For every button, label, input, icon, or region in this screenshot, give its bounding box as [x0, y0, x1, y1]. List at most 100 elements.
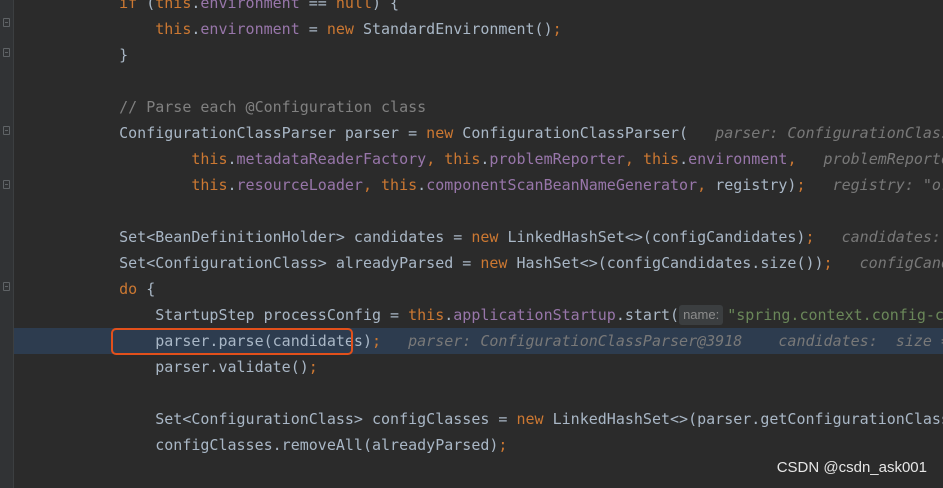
- code-token: ConfigurationClassParser parser =: [119, 124, 427, 142]
- code-token: this: [381, 176, 418, 194]
- fold-marker-icon[interactable]: [3, 48, 10, 57]
- code-text: StartupStep processConfig = this.applica…: [83, 302, 943, 328]
- code-text: this.metadataReaderFactory, this.problem…: [83, 146, 943, 172]
- watermark-text: CSDN @csdn_ask001: [776, 459, 927, 476]
- code-text: configClasses.removeAll(alreadyParsed);: [83, 432, 507, 458]
- code-token: null: [335, 0, 372, 12]
- code-line[interactable]: StartupStep processConfig = this.applica…: [14, 302, 943, 328]
- code-token: parser.validate(): [155, 358, 309, 376]
- code-token: ,: [697, 176, 716, 194]
- code-text: parser.parse(candidates); parser: Config…: [83, 328, 943, 354]
- code-token: configClasses.removeAll(alreadyParsed): [155, 436, 499, 454]
- code-token: new: [480, 254, 508, 272]
- code-token: this: [444, 150, 481, 168]
- code-token: "spring.context.config-classes.parse": [727, 306, 943, 324]
- code-token: .: [227, 176, 237, 194]
- code-token: new: [516, 410, 544, 428]
- fold-marker-icon[interactable]: [3, 180, 10, 189]
- code-token: (: [137, 0, 156, 12]
- code-text: do {: [83, 276, 155, 302]
- code-text: Set<BeanDefinitionHolder> candidates = n…: [83, 224, 943, 250]
- code-token: {: [137, 280, 156, 298]
- code-token: LinkedHashSet<>(configCandidates): [498, 228, 806, 246]
- fold-marker-icon[interactable]: [3, 282, 10, 291]
- code-line[interactable]: do {: [14, 276, 943, 302]
- code-token: .: [444, 306, 454, 324]
- code-token: }: [119, 46, 129, 64]
- code-line[interactable]: ConfigurationClassParser parser = new Co…: [14, 120, 943, 146]
- code-token: ;: [308, 358, 318, 376]
- code-token: StandardEnvironment(): [353, 20, 553, 38]
- code-token: .: [679, 150, 689, 168]
- code-token: HashSet<>(configCandidates.size()): [507, 254, 824, 272]
- code-token: this: [155, 0, 192, 12]
- code-token: new: [471, 228, 499, 246]
- debug-inline-value: candidates: size = 1: [841, 228, 941, 246]
- code-line[interactable]: Set<BeanDefinitionHolder> candidates = n…: [14, 224, 943, 250]
- code-token: StartupStep processConfig =: [155, 306, 409, 324]
- execution-line[interactable]: parser.parse(candidates); parser: Config…: [14, 328, 943, 354]
- code-token: // Parse each @Configuration class: [119, 98, 427, 116]
- code-token: ,: [624, 150, 643, 168]
- debug-inline-value: parser: ConfigurationClassParser@3918: [715, 124, 943, 142]
- code-text: Set<ConfigurationClass> alreadyParsed = …: [83, 250, 943, 276]
- code-token: registry): [715, 176, 797, 194]
- code-token: this: [191, 176, 228, 194]
- code-line[interactable]: }: [14, 42, 943, 68]
- code-token: new: [426, 124, 454, 142]
- code-token: if: [119, 0, 138, 12]
- code-token: parser.parse(candidates): [155, 332, 372, 350]
- code-text: if (this.environment == null) {: [83, 0, 399, 16]
- code-line[interactable]: if (this.environment == null) {: [14, 0, 943, 16]
- code-text: parser.validate();: [83, 354, 318, 380]
- code-text: this.environment = new StandardEnvironme…: [83, 16, 562, 42]
- code-token: ;: [372, 332, 382, 350]
- code-line[interactable]: this.environment = new StandardEnvironme…: [14, 16, 943, 42]
- code-token: ;: [805, 228, 815, 246]
- editor-gutter[interactable]: [0, 0, 14, 488]
- code-token: .: [417, 176, 427, 194]
- code-token: ;: [796, 176, 806, 194]
- code-token: ;: [552, 20, 562, 38]
- fold-marker-icon[interactable]: [3, 18, 10, 27]
- code-token: this: [191, 150, 228, 168]
- code-text: Set<ConfigurationClass> configClasses = …: [83, 406, 943, 432]
- debug-inline-value: parser: ConfigurationClassParser@3918 ca…: [381, 332, 943, 350]
- code-line[interactable]: Set<ConfigurationClass> alreadyParsed = …: [14, 250, 943, 276]
- code-token: resourceLoader: [236, 176, 363, 194]
- code-token: .: [227, 150, 237, 168]
- code-line[interactable]: // Parse each @Configuration class: [14, 94, 943, 120]
- code-token: ,: [362, 176, 382, 194]
- debug-inline-value: configCandidates: size = 1: [859, 254, 943, 272]
- code-token: this: [642, 150, 680, 168]
- fold-marker-icon[interactable]: [3, 126, 10, 135]
- debug-inline-value: registry: "org.springframework": [832, 176, 943, 194]
- code-token: ==: [299, 0, 336, 12]
- code-line[interactable]: Set<ConfigurationClass> configClasses = …: [14, 406, 943, 432]
- parameter-hint: name:: [679, 305, 724, 325]
- code-token: componentScanBeanNameGenerator: [426, 176, 698, 194]
- code-token: problemReporter: [489, 150, 625, 168]
- code-line[interactable]: this.resourceLoader, this.componentScanB…: [14, 172, 943, 198]
- code-token: do: [119, 280, 138, 298]
- code-line[interactable]: [14, 68, 943, 94]
- code-token: environment: [200, 20, 300, 38]
- code-line[interactable]: [14, 380, 943, 406]
- code-token: Set<ConfigurationClass> alreadyParsed =: [119, 254, 481, 272]
- code-line[interactable]: configClasses.removeAll(alreadyParsed);: [14, 432, 943, 458]
- code-token: ;: [823, 254, 833, 272]
- code-editor[interactable]: if (this.environment == null) { this.env…: [0, 0, 943, 488]
- code-line[interactable]: [14, 198, 943, 224]
- code-token: =: [299, 20, 327, 38]
- code-token: this: [155, 20, 192, 38]
- code-text: // Parse each @Configuration class: [83, 94, 426, 120]
- code-token: Set<ConfigurationClass> configClasses =: [155, 410, 517, 428]
- code-token: applicationStartup: [453, 306, 616, 324]
- code-token: environment: [688, 150, 788, 168]
- code-text: this.resourceLoader, this.componentScanB…: [83, 172, 943, 198]
- code-text: }: [83, 42, 128, 68]
- code-token: this: [408, 306, 445, 324]
- code-line[interactable]: parser.validate();: [14, 354, 943, 380]
- code-line[interactable]: this.metadataReaderFactory, this.problem…: [14, 146, 943, 172]
- code-text: ConfigurationClassParser parser = new Co…: [83, 120, 943, 146]
